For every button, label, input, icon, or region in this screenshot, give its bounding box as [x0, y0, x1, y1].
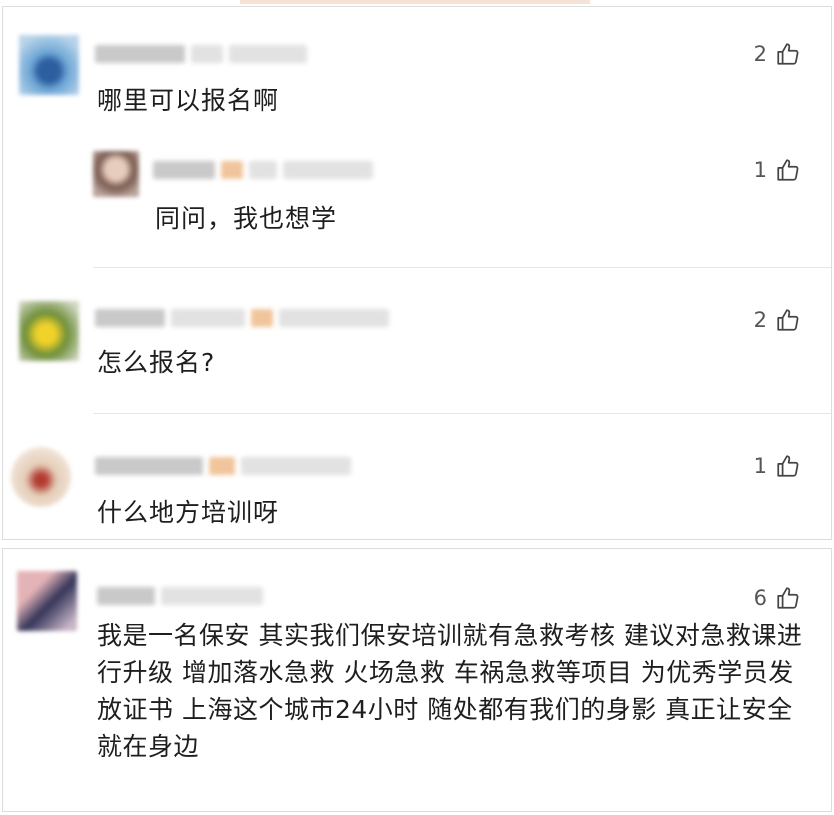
thumbs-up-icon	[777, 455, 799, 477]
avatar[interactable]	[17, 571, 77, 631]
username[interactable]	[95, 455, 351, 477]
comment-text: 哪里可以报名啊	[97, 86, 280, 115]
avatar[interactable]	[19, 35, 79, 95]
like-button[interactable]: 2	[754, 41, 801, 67]
thumbs-up-icon	[777, 43, 799, 65]
thumbs-up-icon	[777, 159, 799, 181]
avatar[interactable]	[11, 447, 71, 507]
comment-text: 怎么报名?	[97, 348, 216, 377]
like-count: 6	[753, 586, 767, 610]
like-count: 2	[753, 42, 767, 66]
username[interactable]	[95, 43, 307, 65]
comment-panel-expanded: 6 我是一名保安 其实我们保安培训就有急救考核 建议对急救课进行升级 增加落水急…	[2, 548, 832, 812]
reply-text: 同问，我也想学	[155, 204, 338, 233]
thumbs-up-icon	[777, 309, 799, 331]
like-count: 1	[753, 454, 767, 478]
like-button[interactable]: 1	[754, 453, 801, 479]
like-button[interactable]: 1	[754, 157, 801, 183]
divider	[93, 413, 831, 414]
thumbs-up-icon	[777, 587, 799, 609]
like-button[interactable]: 2	[754, 307, 801, 333]
username[interactable]	[97, 585, 263, 607]
divider	[93, 267, 831, 268]
avatar[interactable]	[19, 301, 79, 361]
top-accent-strip	[240, 0, 590, 4]
like-count: 2	[753, 308, 767, 332]
comment-text: 什么地方培训呀	[97, 498, 280, 527]
comments-panel: 2 哪里可以报名啊 1 同问，我也想学 2 怎么报名? 1 什么地方培训呀	[2, 6, 832, 540]
reply-username[interactable]	[153, 159, 373, 181]
like-button[interactable]: 6	[754, 585, 801, 611]
like-count: 1	[753, 158, 767, 182]
reply-avatar[interactable]	[93, 151, 139, 197]
username[interactable]	[95, 307, 389, 329]
comment-text: 我是一名保安 其实我们保安培训就有急救考核 建议对急救课进行升级 增加落水急救 …	[97, 621, 803, 761]
